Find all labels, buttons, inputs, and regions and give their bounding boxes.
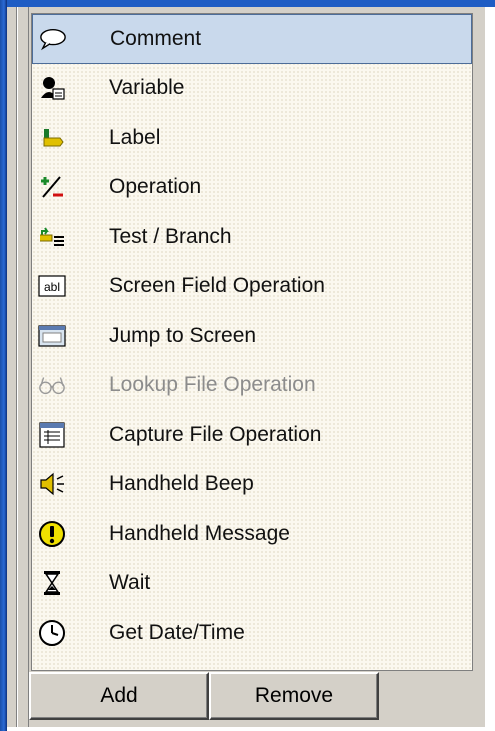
add-button[interactable]: Add <box>29 672 209 720</box>
hourglass-icon <box>38 569 66 597</box>
label-tag-icon <box>38 124 66 152</box>
list-item-get-date-time[interactable]: Get Date/Time <box>32 608 472 658</box>
list-item-label: Variable <box>109 76 185 100</box>
list-item-lookup-file-operation[interactable]: Lookup File Operation <box>32 361 472 411</box>
branch-icon <box>38 223 66 251</box>
list-item-label: Handheld Beep <box>109 472 254 496</box>
list-item-label: Lookup File Operation <box>109 373 316 397</box>
list-item-label: Handheld Message <box>109 521 290 545</box>
list-item-operation[interactable]: Operation <box>32 163 472 213</box>
step-palette-panel: Comment Variable Label Operation Test / … <box>7 7 485 727</box>
plus-minus-icon <box>38 173 66 201</box>
list-item-label: Wait <box>109 571 151 595</box>
list-item-label: Get Date/Time <box>109 620 245 644</box>
textbox-abl-icon: abl <box>38 272 66 300</box>
exclamation-icon <box>38 520 66 548</box>
list-item-label: Label <box>109 125 161 149</box>
list-item-label: Test / Branch <box>109 224 232 248</box>
speech-bubble-icon <box>39 25 67 53</box>
list-item-jump-to-screen[interactable]: Jump to Screen <box>32 311 472 361</box>
list-item-handheld-message[interactable]: Handheld Message <box>32 509 472 559</box>
list-item-label: Comment <box>110 26 202 50</box>
variable-icon <box>38 74 66 102</box>
list-item-variable[interactable]: Variable <box>32 64 472 114</box>
list-item-screen-field-operation[interactable]: abl Screen Field Operation <box>32 262 472 312</box>
svg-text:abl: abl <box>44 280 60 294</box>
list-item-label: Screen Field Operation <box>109 274 325 298</box>
panel-right-edge <box>473 7 485 727</box>
list-item-capture-file-operation[interactable]: Capture File Operation <box>32 410 472 460</box>
screen-window-icon <box>38 322 66 350</box>
glasses-icon <box>38 371 66 399</box>
remove-button[interactable]: Remove <box>209 672 379 720</box>
window-frame-left <box>0 0 7 731</box>
capture-form-icon <box>38 421 66 449</box>
step-type-list[interactable]: Comment Variable Label Operation Test / … <box>31 13 473 671</box>
list-item-label: Jump to Screen <box>109 323 257 347</box>
speaker-icon <box>38 470 66 498</box>
list-item-comment[interactable]: Comment <box>32 14 472 64</box>
clock-icon <box>38 619 66 647</box>
list-item-test-branch[interactable]: Test / Branch <box>32 212 472 262</box>
list-item-handheld-beep[interactable]: Handheld Beep <box>32 460 472 510</box>
window-frame-top <box>0 0 495 7</box>
list-item-wait[interactable]: Wait <box>32 559 472 609</box>
list-item-label: Operation <box>109 175 202 199</box>
list-item-label[interactable]: Label <box>32 113 472 163</box>
splitter-gutter[interactable] <box>7 7 29 727</box>
list-item-label: Capture File Operation <box>109 422 322 446</box>
